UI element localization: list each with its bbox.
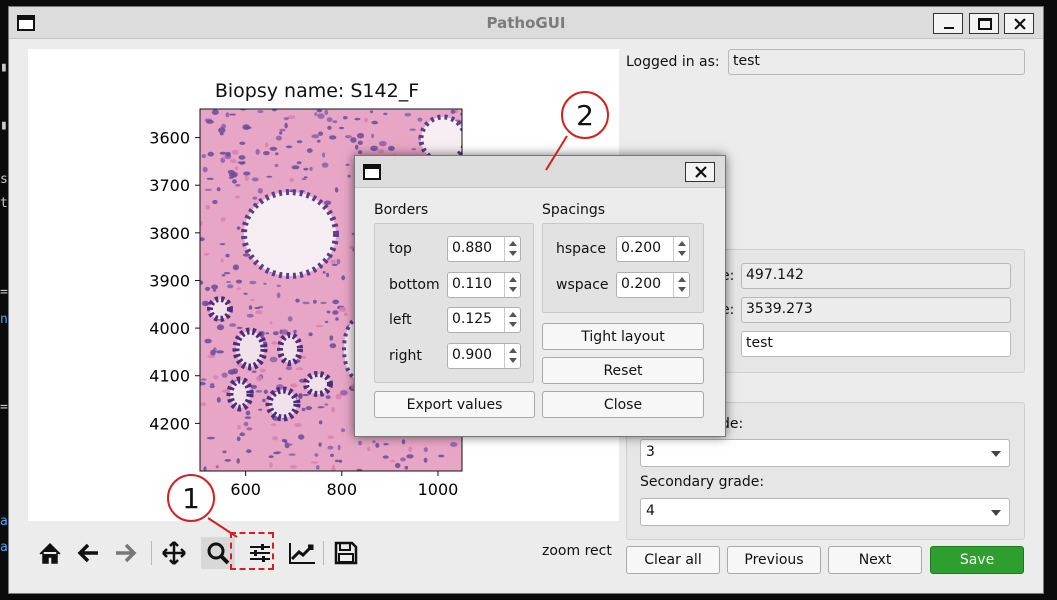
callout-1: 1 [167, 474, 215, 522]
subplots-highlight-box [230, 532, 274, 570]
annotation-lines [207, 135, 568, 538]
callout-2: 2 [561, 91, 609, 139]
